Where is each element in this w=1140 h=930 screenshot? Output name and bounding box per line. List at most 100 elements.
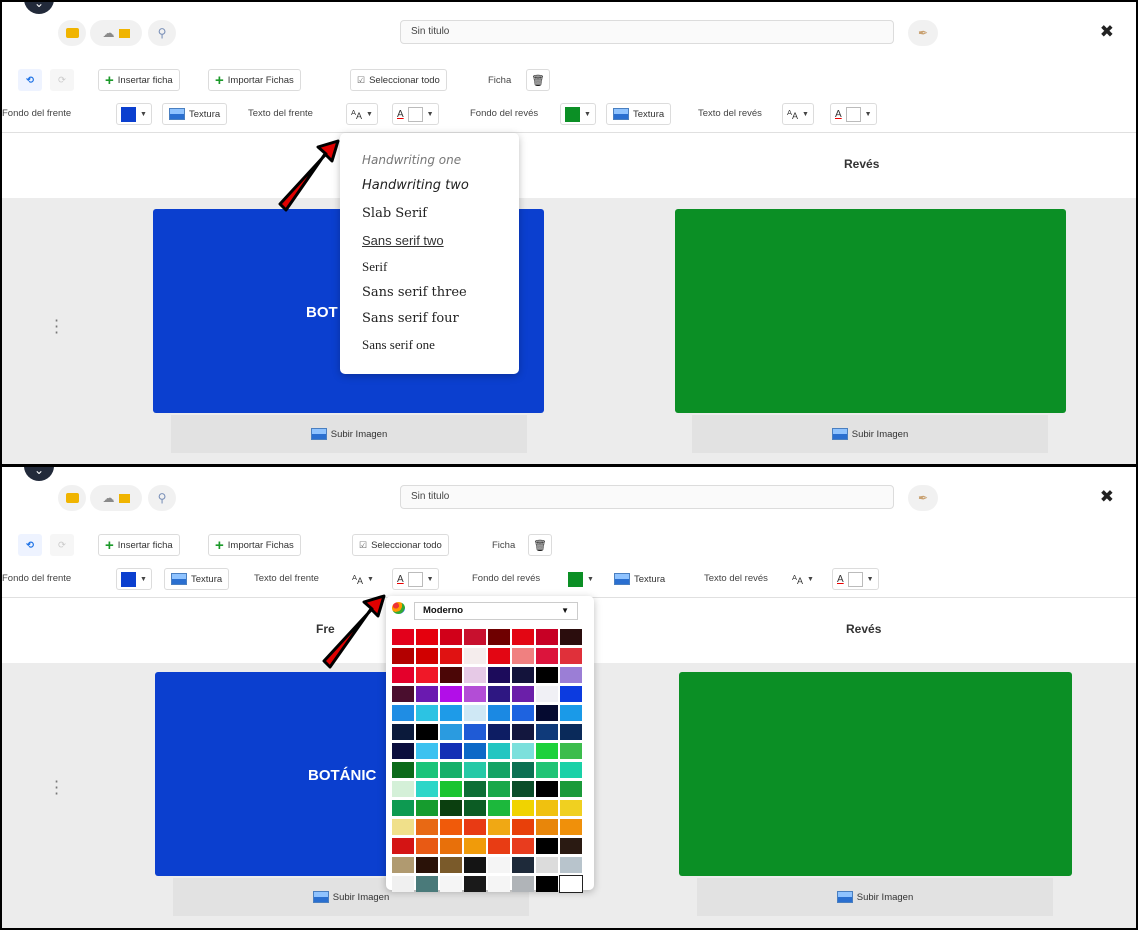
color-swatch[interactable]: [440, 667, 462, 683]
color-swatch[interactable]: [559, 875, 583, 893]
color-swatch[interactable]: [536, 648, 558, 664]
insert-card-button[interactable]: + Insertar ficha: [98, 69, 180, 91]
color-swatch[interactable]: [416, 800, 438, 816]
redo-button[interactable]: ⟳: [50, 534, 74, 556]
color-swatch[interactable]: [440, 838, 462, 854]
color-swatch[interactable]: [392, 876, 414, 892]
select-all-button[interactable]: ☑ Seleccionar todo: [350, 69, 447, 91]
color-swatch[interactable]: [536, 876, 558, 892]
color-swatch[interactable]: [560, 629, 582, 645]
color-swatch[interactable]: [560, 857, 582, 873]
import-cards-button[interactable]: + Importar Fichas: [208, 534, 301, 556]
color-swatch[interactable]: [440, 762, 462, 778]
color-swatch[interactable]: [488, 800, 510, 816]
back-font-picker[interactable]: AA ▼: [782, 103, 814, 125]
color-swatch[interactable]: [560, 838, 582, 854]
color-swatch[interactable]: [536, 781, 558, 797]
save-share-button[interactable]: ☁: [90, 20, 142, 46]
palette-select[interactable]: Moderno ▼: [414, 602, 578, 620]
color-swatch[interactable]: [392, 800, 414, 816]
color-swatch[interactable]: [440, 819, 462, 835]
back-texture-button[interactable]: Textura: [606, 103, 672, 125]
back-bg-color-picker[interactable]: ▼: [564, 568, 598, 590]
font-option[interactable]: Sans serif one: [362, 337, 435, 353]
color-swatch[interactable]: [536, 629, 558, 645]
color-swatch[interactable]: [416, 857, 438, 873]
color-swatch[interactable]: [488, 724, 510, 740]
color-swatch[interactable]: [536, 724, 558, 740]
color-swatch[interactable]: [392, 762, 414, 778]
color-swatch[interactable]: [488, 705, 510, 721]
folder-open-button[interactable]: [58, 485, 86, 511]
color-swatch[interactable]: [560, 800, 582, 816]
font-option[interactable]: Serif: [362, 259, 387, 275]
color-swatch[interactable]: [512, 705, 534, 721]
brush-button[interactable]: ✒: [908, 20, 938, 46]
title-input[interactable]: Sin titulo: [400, 20, 894, 44]
color-swatch[interactable]: [512, 667, 534, 683]
back-text-color-picker[interactable]: A ▼: [830, 103, 877, 125]
color-swatch[interactable]: [488, 648, 510, 664]
color-swatch[interactable]: [560, 724, 582, 740]
color-swatch[interactable]: [512, 838, 534, 854]
color-swatch[interactable]: [536, 819, 558, 835]
delete-card-button[interactable]: 🗑: [528, 534, 552, 556]
font-option[interactable]: Slab Serif: [362, 206, 427, 221]
color-swatch[interactable]: [416, 781, 438, 797]
close-icon[interactable]: ✖: [1100, 22, 1114, 42]
color-swatch[interactable]: [536, 838, 558, 854]
back-texture-button[interactable]: Textura: [608, 568, 672, 590]
back-text-color-picker[interactable]: A ▼: [832, 568, 879, 590]
font-option[interactable]: Sans serif four: [362, 311, 459, 326]
color-swatch[interactable]: [392, 648, 414, 664]
color-swatch[interactable]: [464, 629, 486, 645]
color-swatch[interactable]: [512, 648, 534, 664]
front-font-picker[interactable]: AA ▼: [346, 103, 378, 125]
font-option[interactable]: Handwriting two: [362, 178, 469, 193]
back-bg-color-picker[interactable]: ▼: [560, 103, 596, 125]
color-swatch[interactable]: [488, 838, 510, 854]
import-cards-button[interactable]: + Importar Fichas: [208, 69, 301, 91]
color-swatch[interactable]: [560, 819, 582, 835]
color-swatch[interactable]: [512, 743, 534, 759]
color-swatch[interactable]: [536, 743, 558, 759]
color-swatch[interactable]: [440, 648, 462, 664]
color-swatch[interactable]: [488, 876, 510, 892]
back-upload-button[interactable]: Subir Imagen: [697, 878, 1053, 916]
color-swatch[interactable]: [536, 857, 558, 873]
color-swatch[interactable]: [512, 876, 534, 892]
color-swatch[interactable]: [512, 629, 534, 645]
color-swatch[interactable]: [512, 686, 534, 702]
color-swatch[interactable]: [488, 743, 510, 759]
color-swatch[interactable]: [440, 800, 462, 816]
card-options-icon[interactable]: · · ·: [54, 774, 59, 802]
color-swatch[interactable]: [464, 648, 486, 664]
color-swatch[interactable]: [392, 857, 414, 873]
color-swatch[interactable]: [464, 686, 486, 702]
color-swatch[interactable]: [392, 705, 414, 721]
color-swatch[interactable]: [416, 648, 438, 664]
back-card[interactable]: [679, 672, 1072, 876]
color-swatch[interactable]: [464, 857, 486, 873]
close-icon[interactable]: ✖: [1100, 487, 1114, 507]
color-swatch[interactable]: [488, 629, 510, 645]
color-swatch[interactable]: [488, 857, 510, 873]
color-swatch[interactable]: [560, 705, 582, 721]
color-swatch[interactable]: [392, 781, 414, 797]
back-font-picker[interactable]: AA ▼: [788, 568, 818, 590]
color-swatch[interactable]: [392, 686, 414, 702]
redo-button[interactable]: ⟳: [50, 69, 74, 91]
color-swatch[interactable]: [512, 762, 534, 778]
font-option[interactable]: Sans serif three: [362, 285, 467, 300]
color-swatch[interactable]: [416, 762, 438, 778]
collapse-button[interactable]: ⌄: [24, 2, 54, 14]
color-swatch[interactable]: [440, 743, 462, 759]
front-texture-button[interactable]: Textura: [162, 103, 228, 125]
color-swatch[interactable]: [560, 781, 582, 797]
front-font-picker[interactable]: AA ▼: [348, 568, 378, 590]
title-input[interactable]: Sin titulo: [400, 485, 894, 509]
preview-button[interactable]: ⚲: [148, 20, 176, 46]
front-bg-color-picker[interactable]: ▼: [116, 568, 152, 590]
color-swatch[interactable]: [464, 781, 486, 797]
color-swatch[interactable]: [560, 762, 582, 778]
